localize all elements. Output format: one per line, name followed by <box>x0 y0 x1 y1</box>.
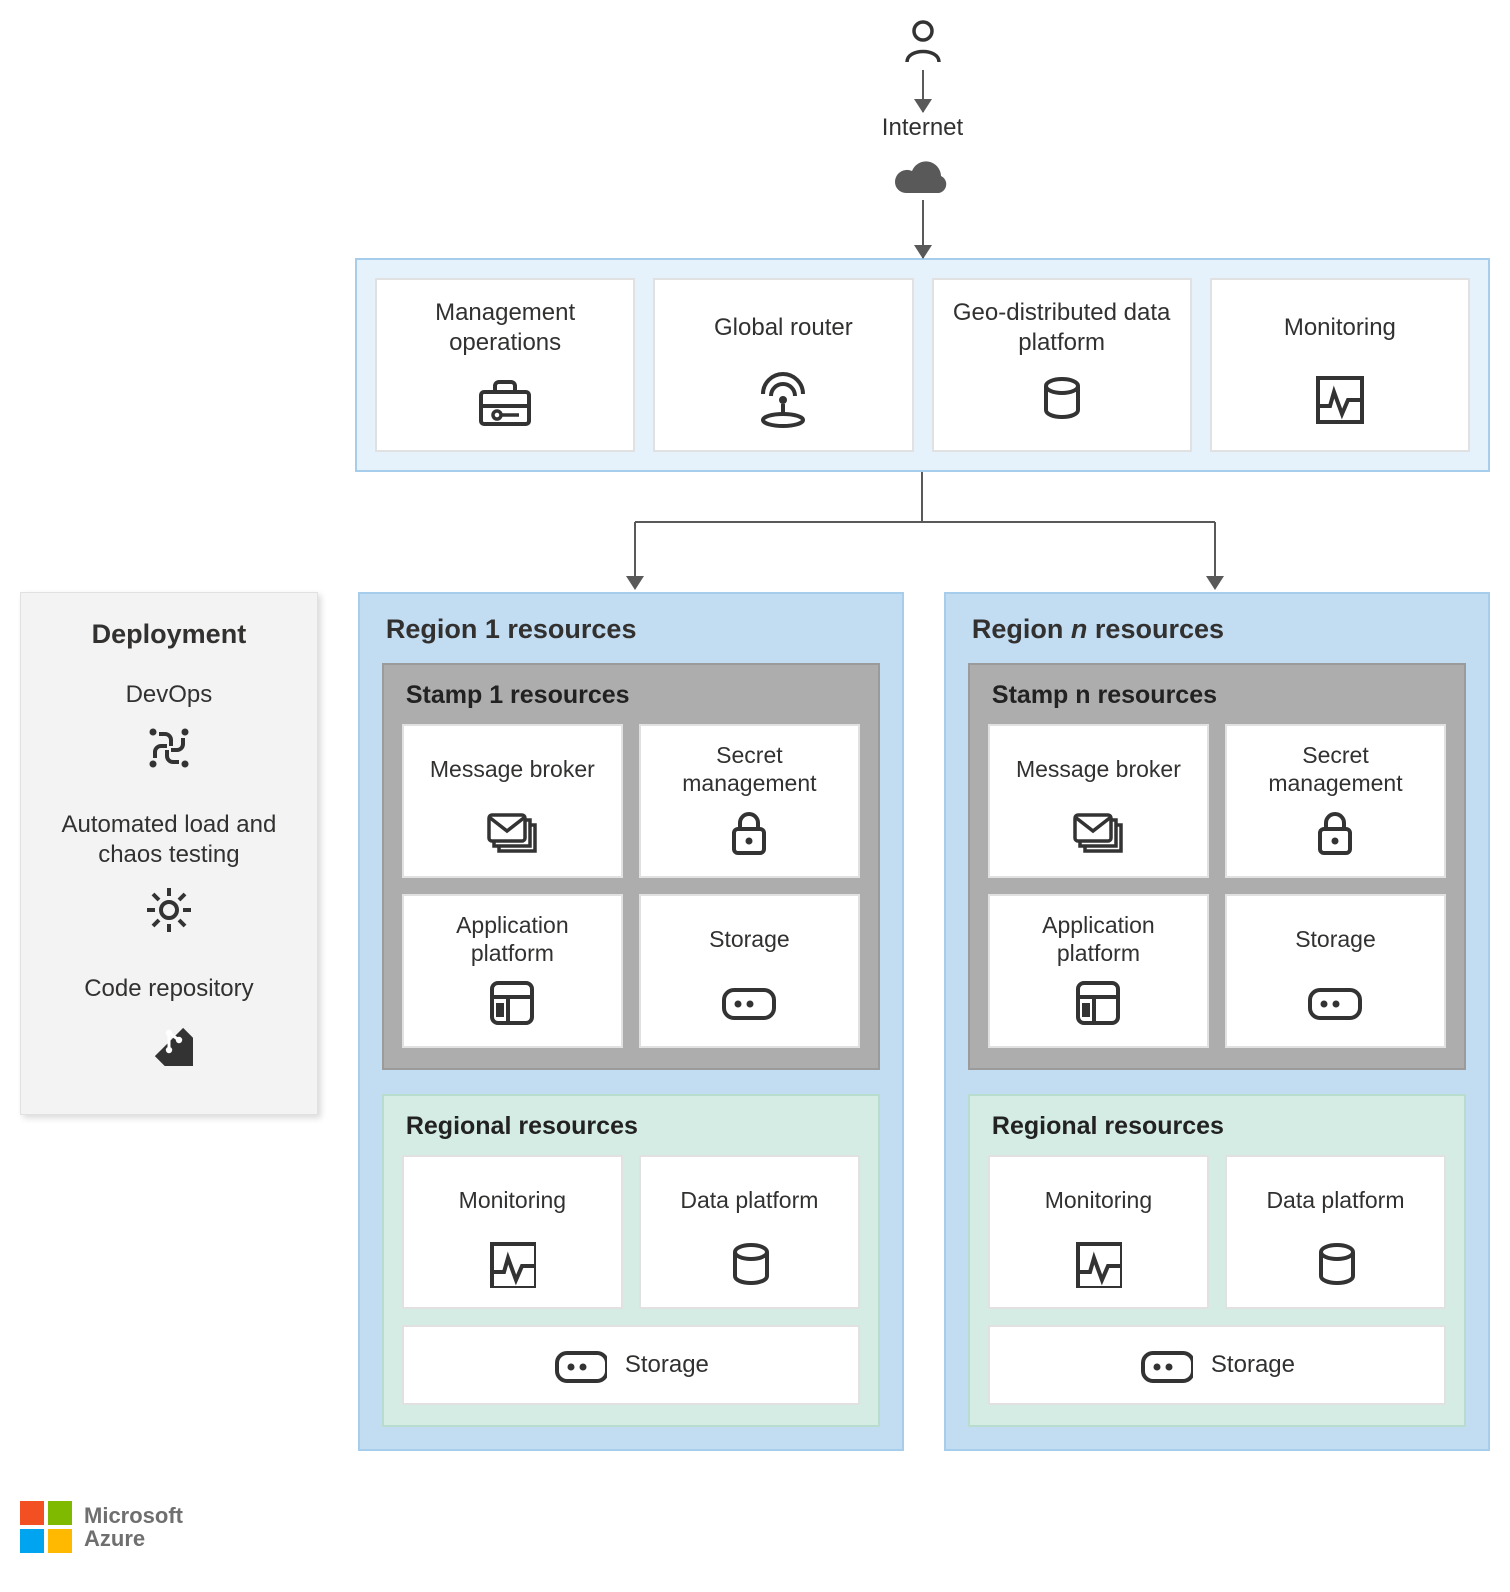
monitoring-icon <box>1314 370 1366 430</box>
card-global-router: Global router <box>653 278 913 452</box>
internet-label: Internet <box>882 114 963 142</box>
architecture-diagram: Internet Management operations Global ro… <box>20 20 1490 1553</box>
card-regional-monitoring: Monitoring <box>402 1155 623 1309</box>
card-geo-data-platform: Geo-distributed data platform <box>932 278 1192 452</box>
region-n-box: Region n resources Stamp n resources Mes… <box>944 592 1490 1451</box>
stamp-n-title: Stamp n resources <box>992 681 1446 710</box>
deployment-item-chaos: Automated load and chaos testing <box>41 810 297 936</box>
region-n-title: Region n resources <box>972 614 1466 645</box>
global-resources-container: Management operations Global router Geo-… <box>355 258 1490 472</box>
database-icon <box>1315 1239 1355 1289</box>
card-app-platform: Application platform <box>988 894 1209 1048</box>
cloud-icon <box>891 146 955 196</box>
card-regional-storage: Storage <box>988 1325 1446 1405</box>
arrow-internet-to-global <box>922 200 924 258</box>
envelope-stack-icon <box>1071 808 1125 858</box>
regional-n-box: Regional resources Monitoring Data platf… <box>968 1094 1466 1427</box>
card-message-broker: Message broker <box>988 724 1209 878</box>
card-storage: Storage <box>639 894 860 1048</box>
card-regional-data-platform: Data platform <box>639 1155 860 1309</box>
git-icon <box>41 1018 297 1066</box>
deployment-item-devops: DevOps <box>41 680 297 772</box>
envelope-stack-icon <box>485 808 539 858</box>
database-icon <box>1040 370 1084 430</box>
region-1-title: Region 1 resources <box>386 614 880 645</box>
card-regional-storage: Storage <box>402 1325 860 1405</box>
card-message-broker: Message broker <box>402 724 623 878</box>
router-icon <box>753 370 813 430</box>
database-icon <box>729 1239 769 1289</box>
regional-1-title: Regional resources <box>406 1112 860 1141</box>
storage-icon <box>1306 978 1364 1028</box>
card-app-platform: Application platform <box>402 894 623 1048</box>
app-window-icon <box>488 978 536 1028</box>
card-secret-management: Secret management <box>1225 724 1446 878</box>
main-row: Deployment DevOps Automated load and cha… <box>20 592 1490 1451</box>
toolbox-icon <box>475 370 535 430</box>
deployment-panel: Deployment DevOps Automated load and cha… <box>20 592 318 1115</box>
split-connector <box>355 472 1490 592</box>
storage-icon <box>720 978 778 1028</box>
deployment-item-repo: Code repository <box>41 974 297 1066</box>
card-regional-data-platform: Data platform <box>1225 1155 1446 1309</box>
deployment-title: Deployment <box>41 619 297 650</box>
user-icon <box>903 20 943 66</box>
storage-icon <box>553 1345 607 1385</box>
card-storage: Storage <box>1225 894 1446 1048</box>
card-management-operations: Management operations <box>375 278 635 452</box>
microsoft-logo-icon <box>20 1501 72 1553</box>
microsoft-azure-logo: Microsoft Azure <box>20 1501 1490 1553</box>
gear-icon <box>41 884 297 936</box>
stamp-1-title: Stamp 1 resources <box>406 681 860 710</box>
region-1-box: Region 1 resources Stamp 1 resources Mes… <box>358 592 904 1451</box>
card-monitoring: Monitoring <box>1210 278 1470 452</box>
monitoring-icon <box>488 1239 536 1289</box>
devops-icon <box>41 724 297 772</box>
monitoring-icon <box>1074 1239 1122 1289</box>
lock-icon <box>1312 808 1358 858</box>
arrow-user-to-internet <box>922 70 924 112</box>
app-window-icon <box>1074 978 1122 1028</box>
card-regional-monitoring: Monitoring <box>988 1155 1209 1309</box>
lock-icon <box>726 808 772 858</box>
storage-icon <box>1139 1345 1193 1385</box>
regional-n-title: Regional resources <box>992 1112 1446 1141</box>
regional-1-box: Regional resources Monitoring Data platf… <box>382 1094 880 1427</box>
stamp-1-box: Stamp 1 resources Message broker Secret … <box>382 663 880 1070</box>
microsoft-azure-text: Microsoft Azure <box>84 1504 183 1550</box>
card-secret-management: Secret management <box>639 724 860 878</box>
stamp-n-box: Stamp n resources Message broker Secret … <box>968 663 1466 1070</box>
